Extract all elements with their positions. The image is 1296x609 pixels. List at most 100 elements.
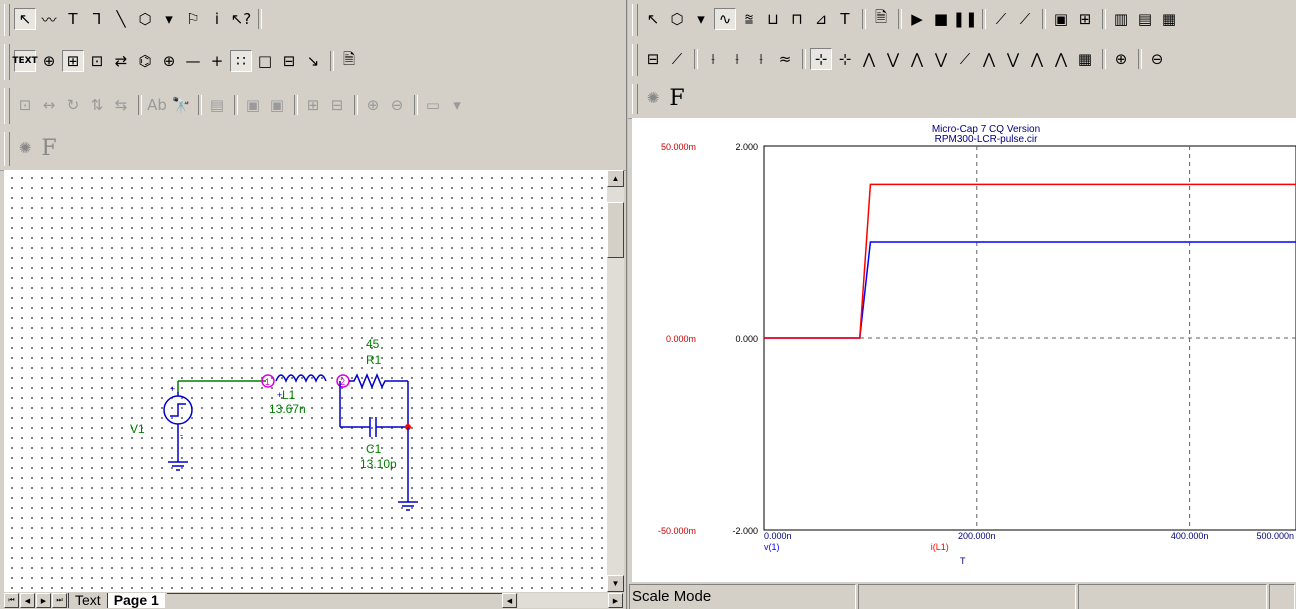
scroll-thumb[interactable] (607, 202, 624, 258)
ana-tb2-button-19[interactable]: ⊖ (1146, 48, 1168, 70)
sch-tb3-button-7[interactable]: ▤ (206, 94, 228, 116)
sch-tb2-button-10[interactable]: □ (254, 50, 276, 72)
ana-tb2-button-3[interactable]: ⟊ (726, 48, 748, 70)
sch-tb2-button-9[interactable]: ∷ (230, 50, 252, 72)
sch-tb1-button-5[interactable]: ⬡ (134, 8, 156, 30)
sch-tb2-button-5[interactable]: ⌬ (134, 50, 156, 72)
ana-tb2-button-13[interactable]: ⋀ (978, 48, 1000, 70)
sch-tb3-button-4[interactable]: ⇆ (110, 94, 132, 116)
sch-tb3-button-9[interactable]: ▣ (266, 94, 288, 116)
sch-tb2-button-3[interactable]: ⊡ (86, 50, 108, 72)
ana-tb2-button-10[interactable]: ⋀ (906, 48, 928, 70)
ana-tb2-button-9[interactable]: ⋁ (882, 48, 904, 70)
sch-tb3-button-13[interactable]: ⊖ (386, 94, 408, 116)
sch-tb1-button-0[interactable]: ↖ (14, 8, 36, 30)
ana-tb1-button-11[interactable]: ■ (930, 8, 952, 30)
ana-tb2-button-6[interactable]: ⊹ (810, 48, 832, 70)
ana-tb1-button-5[interactable]: ⊔ (762, 8, 784, 30)
ana-tb2-button-7[interactable]: ⊹ (834, 48, 856, 70)
sch-tb3-button-10[interactable]: ⊞ (302, 94, 324, 116)
scroll-up-button[interactable]: ▲ (607, 170, 624, 187)
ana-tb1-button-8[interactable]: T (834, 8, 856, 30)
ana-tb2-button-16[interactable]: ⋀ (1050, 48, 1072, 70)
ana-tb1-button-0[interactable]: ↖ (642, 8, 664, 30)
sch-tb2-button-2[interactable]: ⊞ (62, 50, 84, 72)
sch-tb2-button-6[interactable]: ⊕ (158, 50, 180, 72)
ana-tb1-button-2[interactable]: ▾ (690, 8, 712, 30)
sch-tb3-button-0[interactable]: ⊡ (14, 94, 36, 116)
sch-tb2-button-1[interactable]: ⊕ (38, 50, 60, 72)
ana-tb1-button-4[interactable]: ⩰ (738, 8, 760, 30)
palette-icon[interactable]: ✺ (642, 87, 664, 109)
ana-tb1-button-9[interactable]: 🗎 (870, 8, 892, 30)
ana-tb2-button-0[interactable]: ⊟ (642, 48, 664, 70)
sch-tb1-button-8[interactable]: i (206, 8, 228, 30)
next-page-button[interactable]: ▶ (36, 593, 51, 608)
plot-area[interactable]: Micro-Cap 7 CQ Version RPM300-LCR-pulse.… (632, 118, 1296, 582)
resistor-r1[interactable] (349, 373, 390, 389)
sch-tb2-button-11[interactable]: ⊟ (278, 50, 300, 72)
ana-tb2-button-1[interactable]: ⟋ (666, 48, 688, 70)
ana-tb2-button-15[interactable]: ⋀ (1026, 48, 1048, 70)
sch-tb3-button-3[interactable]: ⇅ (86, 94, 108, 116)
scroll-down-button[interactable]: ▼ (607, 575, 624, 592)
sch-tb3-button-5[interactable]: Ab (146, 94, 168, 116)
ana-tb1-button-3[interactable]: ∿ (714, 8, 736, 30)
sch-tb1-button-7[interactable]: ⚐ (182, 8, 204, 30)
ana-tb2-button-12[interactable]: ⟋ (954, 48, 976, 70)
sch-tb2-button-7[interactable]: — (182, 50, 204, 72)
sch-tb2-button-8[interactable]: + (206, 50, 228, 72)
sch-tb1-button-6[interactable]: ▾ (158, 8, 180, 30)
palette-icon[interactable]: ✺ (14, 137, 36, 159)
sch-tb1-button-9[interactable]: ↖? (230, 8, 252, 30)
sch-tb3-button-8[interactable]: ▣ (242, 94, 264, 116)
sch-tb2-button-4[interactable]: ⇄ (110, 50, 132, 72)
sch-tb1-button-2[interactable]: T (62, 8, 84, 30)
ana-tb1-button-17[interactable]: ▥ (1110, 8, 1132, 30)
sch-tb1-button-1[interactable]: 〰 (38, 8, 60, 30)
ana-tb1-button-7[interactable]: ⊿ (810, 8, 832, 30)
sch-tb3-button-11[interactable]: ⊟ (326, 94, 348, 116)
first-page-button[interactable]: ⏮ (4, 593, 19, 608)
ana-tb2-button-2[interactable]: ⟊ (702, 48, 724, 70)
ana-tb2-button-5[interactable]: ≈ (774, 48, 796, 70)
sch-tb1-button-4[interactable]: ╲ (110, 8, 132, 30)
sch-tb3-button-6[interactable]: 🔭 (170, 94, 192, 116)
ana-tb2-button-17[interactable]: ▦ (1074, 48, 1096, 70)
tab-page-1[interactable]: Page 1 (106, 593, 165, 608)
sch-tb2-button-12[interactable]: ↘ (302, 50, 324, 72)
ana-tb1-button-10[interactable]: ▶ (906, 8, 928, 30)
ana-tb2-button-14[interactable]: ⋁ (1002, 48, 1024, 70)
tab-text[interactable]: Text (68, 593, 107, 608)
ana-tb2-button-8[interactable]: ⋀ (858, 48, 880, 70)
sch-tb3-button-12[interactable]: ⊕ (362, 94, 384, 116)
ana-tb1-button-14[interactable]: ⟋ (1014, 8, 1036, 30)
font-button[interactable]: F (38, 136, 60, 161)
sch-tb2-button-0[interactable]: TEXT (12, 50, 38, 72)
ana-tb1-button-6[interactable]: ⊓ (786, 8, 808, 30)
ana-tb1-button-18[interactable]: ▤ (1134, 8, 1156, 30)
ana-tb1-button-16[interactable]: ⊞ (1074, 8, 1096, 30)
ana-tb1-button-13[interactable]: ⟋ (990, 8, 1012, 30)
last-page-button[interactable]: ⏭ (52, 593, 67, 608)
sch-tb2-button-13[interactable]: 🗎 (338, 50, 360, 72)
ana-tb1-button-15[interactable]: ▣ (1050, 8, 1072, 30)
ana-tb1-button-1[interactable]: ⬡ (666, 8, 688, 30)
font-button[interactable]: F (666, 86, 688, 111)
sch-tb3-button-15[interactable]: ▾ (446, 94, 468, 116)
vertical-scrollbar[interactable]: ▲ ▼ (607, 170, 624, 592)
sch-tb1-button-3[interactable]: ⅂ (86, 8, 108, 30)
schematic-canvas[interactable]: + - V1 1 + L1 13.67n 2 45 R1 C1 13.10p (4, 170, 608, 592)
sch-tb3-button-14[interactable]: ▭ (422, 94, 444, 116)
sch-tb3-button-2[interactable]: ↻ (62, 94, 84, 116)
ana-tb2-button-11[interactable]: ⋁ (930, 48, 952, 70)
ana-tb2-button-4[interactable]: ⟊ (750, 48, 772, 70)
ana-tb2-button-18[interactable]: ⊕ (1110, 48, 1132, 70)
sch-tb3-button-1[interactable]: ↔ (38, 94, 60, 116)
ana-tb1-button-19[interactable]: ▦ (1158, 8, 1180, 30)
scroll-right-button[interactable]: ▶ (608, 593, 623, 608)
prev-page-button[interactable]: ◀ (20, 593, 35, 608)
inductor-l1[interactable] (275, 374, 327, 383)
scroll-left-button[interactable]: ◀ (502, 593, 517, 608)
ana-tb1-button-12[interactable]: ❚❚ (952, 8, 977, 30)
